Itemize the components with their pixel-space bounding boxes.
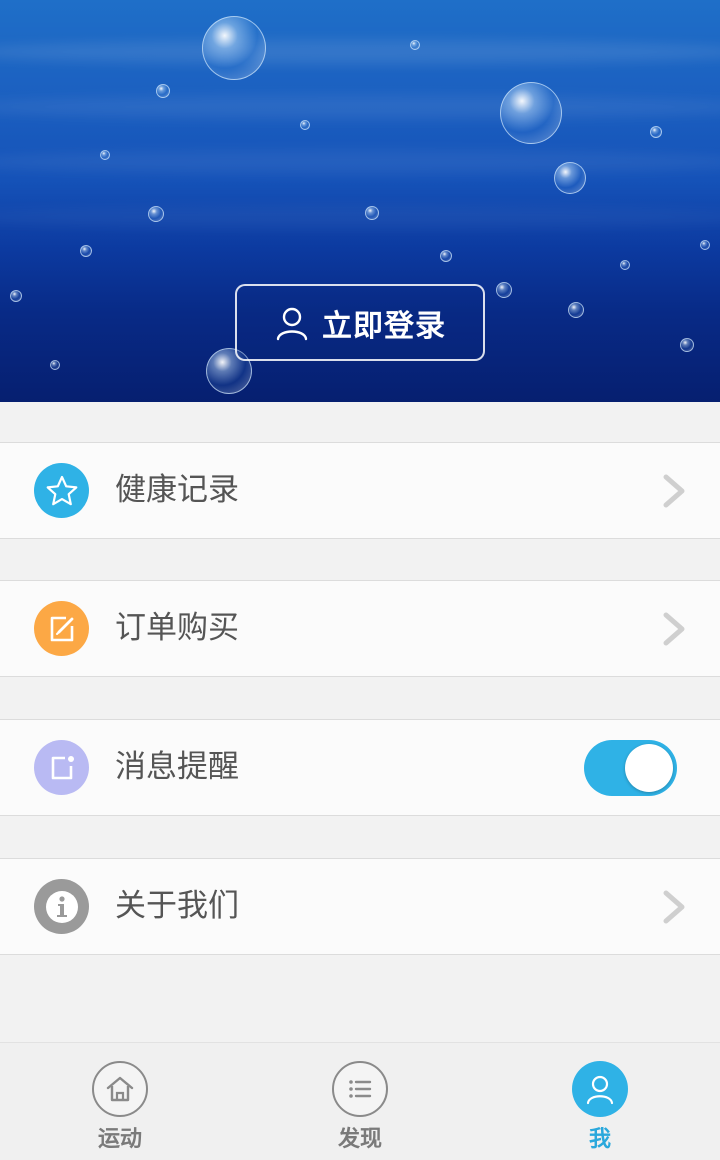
home-icon — [92, 1061, 148, 1117]
water-bubble — [300, 120, 310, 130]
water-bubble — [50, 360, 60, 370]
water-bubble — [365, 206, 379, 220]
water-ripple — [0, 95, 720, 119]
menu-item-label: 健康记录 — [115, 472, 239, 508]
water-bubble — [148, 206, 164, 222]
water-bubble — [202, 16, 266, 80]
info-icon — [34, 879, 89, 934]
menu-item-label: 订单购买 — [115, 610, 239, 646]
water-bubble — [650, 126, 662, 138]
water-bubble — [554, 162, 586, 194]
menu-item-order-purchase[interactable]: 订单购买 — [0, 580, 720, 677]
water-bubble — [440, 250, 452, 262]
nav-tab-label: 运动 — [97, 1127, 142, 1152]
menu-item-label: 消息提醒 — [115, 749, 239, 785]
water-bubble — [568, 302, 584, 318]
menu-item-notifications: 消息提醒 — [0, 719, 720, 816]
water-bubble — [10, 290, 22, 302]
water-bubble — [496, 282, 512, 298]
star-icon — [34, 463, 89, 518]
menu-item-about-us[interactable]: 关于我们 — [0, 858, 720, 955]
chevron-right-icon — [660, 889, 690, 925]
login-label: 立即登录 — [322, 308, 446, 344]
user-icon — [572, 1061, 628, 1117]
toggle-knob — [625, 744, 673, 792]
profile-header-banner: 立即登录 — [0, 0, 720, 402]
water-ripple — [0, 40, 720, 64]
water-bubble — [620, 260, 630, 270]
nav-tab-label: 我 — [588, 1127, 611, 1152]
water-bubble — [680, 338, 694, 352]
nav-tab-sports[interactable]: 运动 — [50, 1043, 190, 1160]
nav-tab-discover[interactable]: 发现 — [290, 1043, 430, 1160]
water-bubble — [500, 82, 562, 144]
user-icon — [274, 305, 310, 341]
water-bubble — [700, 240, 710, 250]
login-button[interactable]: 立即登录 — [235, 284, 485, 361]
nav-tab-me[interactable]: 我 — [530, 1043, 670, 1160]
water-bubble — [80, 245, 92, 257]
chevron-right-icon — [660, 611, 690, 647]
nav-tab-label: 发现 — [337, 1127, 382, 1152]
water-bubble — [100, 150, 110, 160]
notifications-toggle[interactable] — [584, 740, 677, 796]
water-bubble — [156, 84, 170, 98]
list-icon — [332, 1061, 388, 1117]
bottom-navigation: 运动 发现 我 — [0, 1042, 720, 1160]
menu-item-health-records[interactable]: 健康记录 — [0, 442, 720, 539]
menu-item-label: 关于我们 — [115, 888, 239, 924]
chevron-right-icon — [660, 473, 690, 509]
edit-icon — [34, 601, 89, 656]
message-icon — [34, 740, 89, 795]
water-ripple — [0, 205, 720, 229]
water-bubble — [410, 40, 420, 50]
app-root: 立即登录 健康记录 订单购买 消息提醒 关于我们 运动 发现 我 — [0, 0, 720, 1160]
